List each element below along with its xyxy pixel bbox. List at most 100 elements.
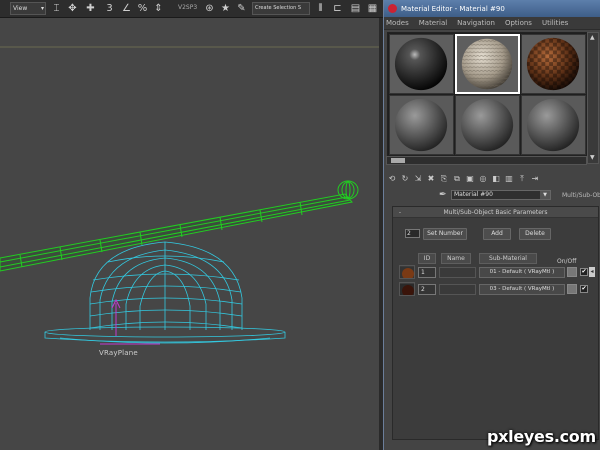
chevron-down-icon: ▾ [40, 5, 44, 12]
rod-wireframe [0, 180, 359, 272]
align-icon[interactable]: ⊏ [331, 2, 344, 15]
window-title-bar[interactable]: Material Editor - Material #90 [384, 0, 600, 17]
make-unique-icon[interactable]: ⧉ [452, 174, 462, 184]
angle-snap-icon[interactable]: ∠ [120, 2, 133, 15]
row-id-field[interactable]: 1 [418, 267, 436, 278]
material-slots [387, 32, 587, 156]
eyedropper-icon[interactable]: ✒ [439, 190, 447, 200]
perspective-viewport[interactable]: VRayPlane [0, 18, 379, 450]
color-swatch[interactable] [567, 284, 577, 294]
go-parent-icon[interactable]: ⤒ [517, 174, 527, 184]
list-scroll-arrow[interactable]: ◂ [589, 267, 595, 277]
edit-named-selection-icon[interactable]: ✎ [235, 2, 248, 15]
hat-wireframe [44, 241, 286, 344]
get-material-icon[interactable]: ⟲ [387, 174, 397, 184]
menu-utilities[interactable]: Utilities [542, 19, 568, 27]
black-glossy-sphere-icon [390, 35, 453, 93]
row-enabled-checkbox[interactable]: ✔ [580, 285, 588, 293]
star-icon[interactable]: ★ [219, 2, 232, 15]
material-editor-window: Material Editor - Material #90 Modes Mat… [383, 0, 600, 450]
row-name-field[interactable] [439, 267, 476, 278]
material-slot-5[interactable] [455, 95, 520, 155]
assign-material-icon[interactable]: ⇲ [413, 174, 423, 184]
chevron-down-icon[interactable]: ▼ [540, 191, 550, 199]
material-type-button[interactable]: Multi/Sub-Object [562, 192, 600, 199]
submaterial-button[interactable]: 01 - Default ( VRayMtl ) [479, 267, 565, 278]
main-toolbar: View ▾ ⌶ ✥ ✚ 3 ∠ % ⇕ V2SP3 ⊛ ★ ✎ Create … [0, 0, 385, 18]
table-row: 2 03 - Default ( VRayMtl ) ✔ [399, 282, 599, 296]
submaterial-preview[interactable] [399, 265, 415, 279]
column-header-id[interactable]: ID [418, 253, 436, 264]
material-slot-3[interactable] [521, 34, 586, 94]
multi-sub-object-rollout: - Multi/Sub-Object Basic Parameters 2 Se… [392, 206, 599, 440]
table-row: 1 01 - Default ( VRayMtl ) ✔ [399, 265, 599, 279]
app-icon [388, 4, 397, 13]
view-select[interactable]: View ▾ [10, 2, 46, 15]
dark-sphere-icon [400, 284, 414, 295]
row-name-field[interactable] [439, 284, 476, 295]
watermark: pxleyes.com [487, 427, 596, 446]
curve-editor-icon[interactable]: ▦ [366, 2, 379, 15]
submaterial-preview[interactable] [399, 282, 415, 296]
row-enabled-checkbox[interactable]: ✔ [580, 268, 588, 276]
material-name-field[interactable]: Material #90 [451, 190, 551, 200]
selection-set-dropdown[interactable]: Create Selection S [252, 2, 310, 15]
move-icon[interactable]: ✥ [66, 2, 79, 15]
delete-button[interactable]: Delete [519, 228, 551, 240]
mirror-icon[interactable]: ⫴ [314, 2, 327, 15]
row-id: 1 [421, 269, 425, 276]
default-gray-sphere-icon [522, 96, 585, 154]
material-slot-1[interactable] [389, 34, 454, 94]
set-number-button[interactable]: Set Number [423, 228, 467, 240]
spinner-snap-icon[interactable]: ⇕ [152, 2, 165, 15]
sub-material-count-field[interactable]: 2 [405, 229, 420, 238]
object-label: VRayPlane [99, 349, 138, 357]
default-gray-sphere-icon [456, 96, 519, 154]
show-in-viewport-icon[interactable]: ◧ [491, 174, 501, 184]
slots-vertical-scrollbar[interactable]: ▲ ▼ [587, 32, 599, 164]
layer-manager-icon[interactable]: ▤ [349, 2, 362, 15]
scroll-up-icon[interactable]: ▲ [590, 34, 595, 41]
window-title: Material Editor - Material #90 [401, 4, 505, 13]
column-header-name[interactable]: Name [441, 253, 471, 264]
sub-material-count: 2 [407, 230, 411, 237]
editor-toolbar: ⟲ ↻ ⇲ ✖ ⎘ ⧉ ▣ ◎ ◧ ▥ ⤒ ⇥ [387, 174, 543, 186]
row-id-field[interactable]: 2 [418, 284, 436, 295]
viewport-scene [0, 46, 379, 345]
material-slot-4[interactable] [389, 95, 454, 155]
scrollbar-thumb[interactable] [391, 158, 405, 163]
go-sibling-icon[interactable]: ⇥ [530, 174, 540, 184]
color-swatch[interactable] [567, 267, 577, 277]
snap-toggle-icon[interactable]: 3 [103, 2, 116, 15]
reset-icon[interactable]: ✖ [426, 174, 436, 184]
checker-sphere-icon [522, 35, 585, 93]
material-slot-2[interactable] [455, 34, 520, 94]
coord-readout: V2SP3 [178, 4, 198, 11]
menu-navigation[interactable]: Navigation [457, 19, 495, 27]
rollout-header[interactable]: - Multi/Sub-Object Basic Parameters [393, 207, 598, 218]
slots-horizontal-scrollbar[interactable] [386, 156, 587, 165]
pivot-icon[interactable]: ⌶ [50, 2, 63, 15]
menu-material[interactable]: Material [419, 19, 447, 27]
rollout-title: Multi/Sub-Object Basic Parameters [443, 208, 548, 216]
named-selection-icon[interactable]: ⊛ [203, 2, 216, 15]
menu-bar: Modes Material Navigation Options Utilit… [384, 17, 600, 30]
select-manipulate-icon[interactable]: ✚ [84, 2, 97, 15]
woven-fabric-sphere-icon [457, 36, 518, 92]
put-to-library-icon[interactable]: ▣ [465, 174, 475, 184]
material-id-icon[interactable]: ◎ [478, 174, 488, 184]
material-name-value: Material #90 [454, 191, 493, 198]
material-slot-6[interactable] [521, 95, 586, 155]
percent-snap-icon[interactable]: % [136, 2, 149, 15]
column-header-submaterial[interactable]: Sub-Material [479, 253, 537, 264]
menu-options[interactable]: Options [505, 19, 532, 27]
put-to-scene-icon[interactable]: ↻ [400, 174, 410, 184]
add-button[interactable]: Add [483, 228, 511, 240]
show-end-result-icon[interactable]: ▥ [504, 174, 514, 184]
submaterial-button[interactable]: 03 - Default ( VRayMtl ) [479, 284, 565, 295]
view-select-label: View [13, 5, 28, 12]
copy-material-icon[interactable]: ⎘ [439, 174, 449, 184]
column-header-onoff: On/Off [557, 258, 577, 265]
scroll-down-icon[interactable]: ▼ [590, 154, 595, 161]
menu-modes[interactable]: Modes [386, 19, 409, 27]
